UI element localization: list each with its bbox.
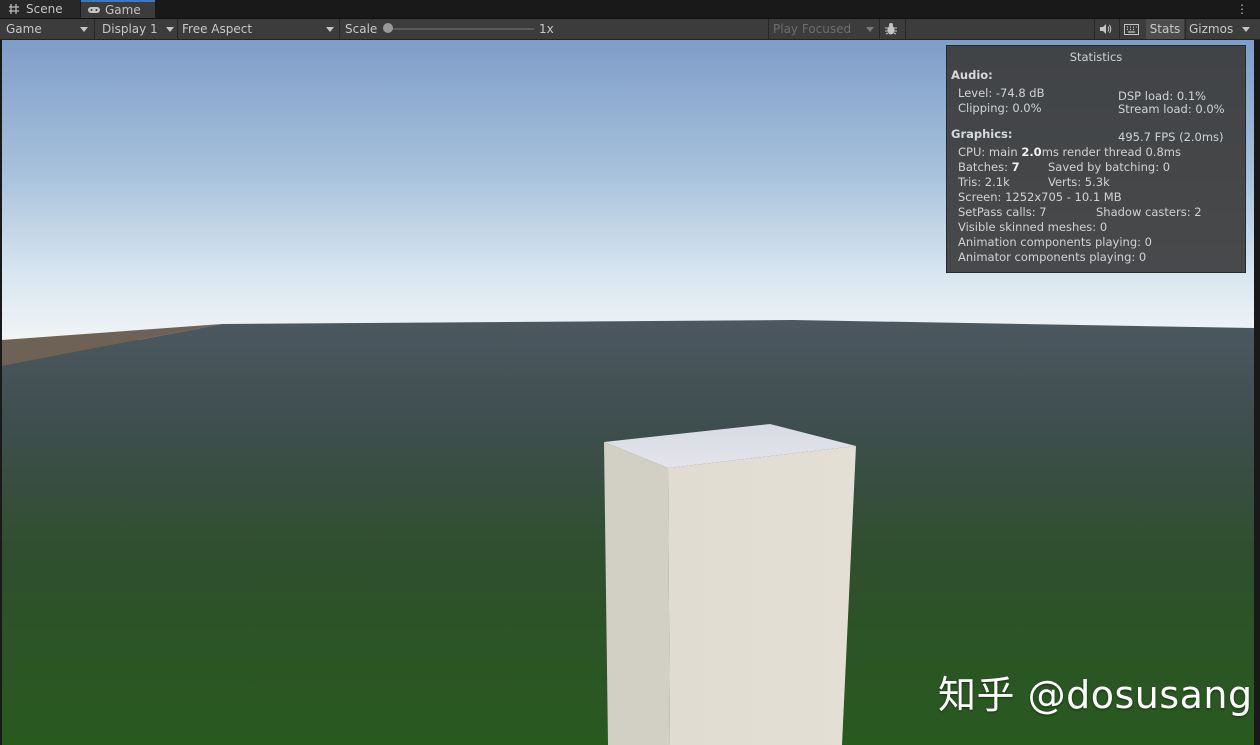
cpu-timing: CPU: main 2.0ms render thread 0.8ms [958,145,1181,159]
verts-count: Verts: 5.3k [1048,175,1110,189]
scale-slider-track[interactable] [388,28,534,30]
stats-toggle-button[interactable]: Stats [1146,19,1184,39]
display-dropdown[interactable]: Display 1 [102,19,176,39]
chevron-down-icon [80,27,88,32]
batches: Batches: 7 [958,160,1020,174]
grid-icon [8,3,22,15]
cube-object [604,424,856,745]
tab-scene[interactable]: Scene [0,0,80,18]
view-mode-value: Game [6,22,42,36]
tab-game-label: Game [105,3,141,17]
cpu-main-value: 2.0 [1021,145,1042,159]
watermark: 知乎 @dosusang [938,673,1253,717]
game-toolbar: Game Display 1 Free Aspect Scale 1x Play… [0,19,1260,40]
debug-bug-icon[interactable] [884,19,904,39]
scale-value: 1x [539,22,554,36]
dsp-load: DSP load: 0.1% [1118,89,1207,103]
scale-slider-handle[interactable] [383,23,393,33]
more-options-icon[interactable]: ⋮ [1236,2,1248,16]
screen-info: Screen: 1252x705 - 10.1 MB [958,190,1122,204]
chevron-down-icon [1242,27,1250,32]
graphics-header: Graphics: [951,127,1013,141]
tab-game[interactable]: Game [81,0,155,18]
batches-value: 7 [1011,160,1020,174]
aspect-dropdown[interactable]: Free Aspect [182,19,340,39]
tris-count: Tris: 2.1k [958,175,1010,189]
chevron-down-icon [166,27,174,32]
skinned-meshes: Visible skinned meshes: 0 [958,220,1108,234]
tab-bar: Scene Game ⋮ [0,0,1260,19]
play-mode-dropdown[interactable]: Play Focused [773,19,877,39]
audio-mute-icon[interactable] [1099,19,1117,39]
animation-components: Animation components playing: 0 [958,235,1152,249]
batches-prefix: Batches: [958,160,1008,174]
fps-readout: 495.7 FPS (2.0ms) [1118,130,1224,144]
cpu-prefix: CPU: main [958,145,1018,159]
audio-level: Level: -74.8 dB [958,86,1045,100]
display-value: Display 1 [102,22,158,36]
statistics-panel: Statistics Audio: Level: -74.8 dB DSP lo… [946,45,1246,273]
chevron-down-icon [866,27,874,32]
chevron-down-icon [326,27,334,32]
animator-components: Animator components playing: 0 [958,250,1147,264]
stream-load: Stream load: 0.0% [1118,102,1225,116]
stats-toggle-label: Stats [1149,22,1181,36]
saved-by-batching: Saved by batching: 0 [1048,160,1171,174]
shadow-casters: Shadow casters: 2 [1096,205,1202,219]
keyboard-icon[interactable] [1124,19,1144,39]
cpu-suffix: ms render thread 0.8ms [1041,145,1181,159]
gizmos-button[interactable]: Gizmos [1189,19,1241,39]
audio-header: Audio: [951,68,993,82]
tab-scene-label: Scene [26,2,63,16]
aspect-value: Free Aspect [182,22,253,36]
gizmos-label: Gizmos [1189,22,1234,36]
statistics-title: Statistics [1069,50,1123,64]
scale-label: Scale [345,22,378,36]
gamepad-icon [87,4,101,16]
audio-clipping: Clipping: 0.0% [958,101,1042,115]
setpass-calls: SetPass calls: 7 [958,205,1047,219]
play-mode-value: Play Focused [773,22,852,36]
